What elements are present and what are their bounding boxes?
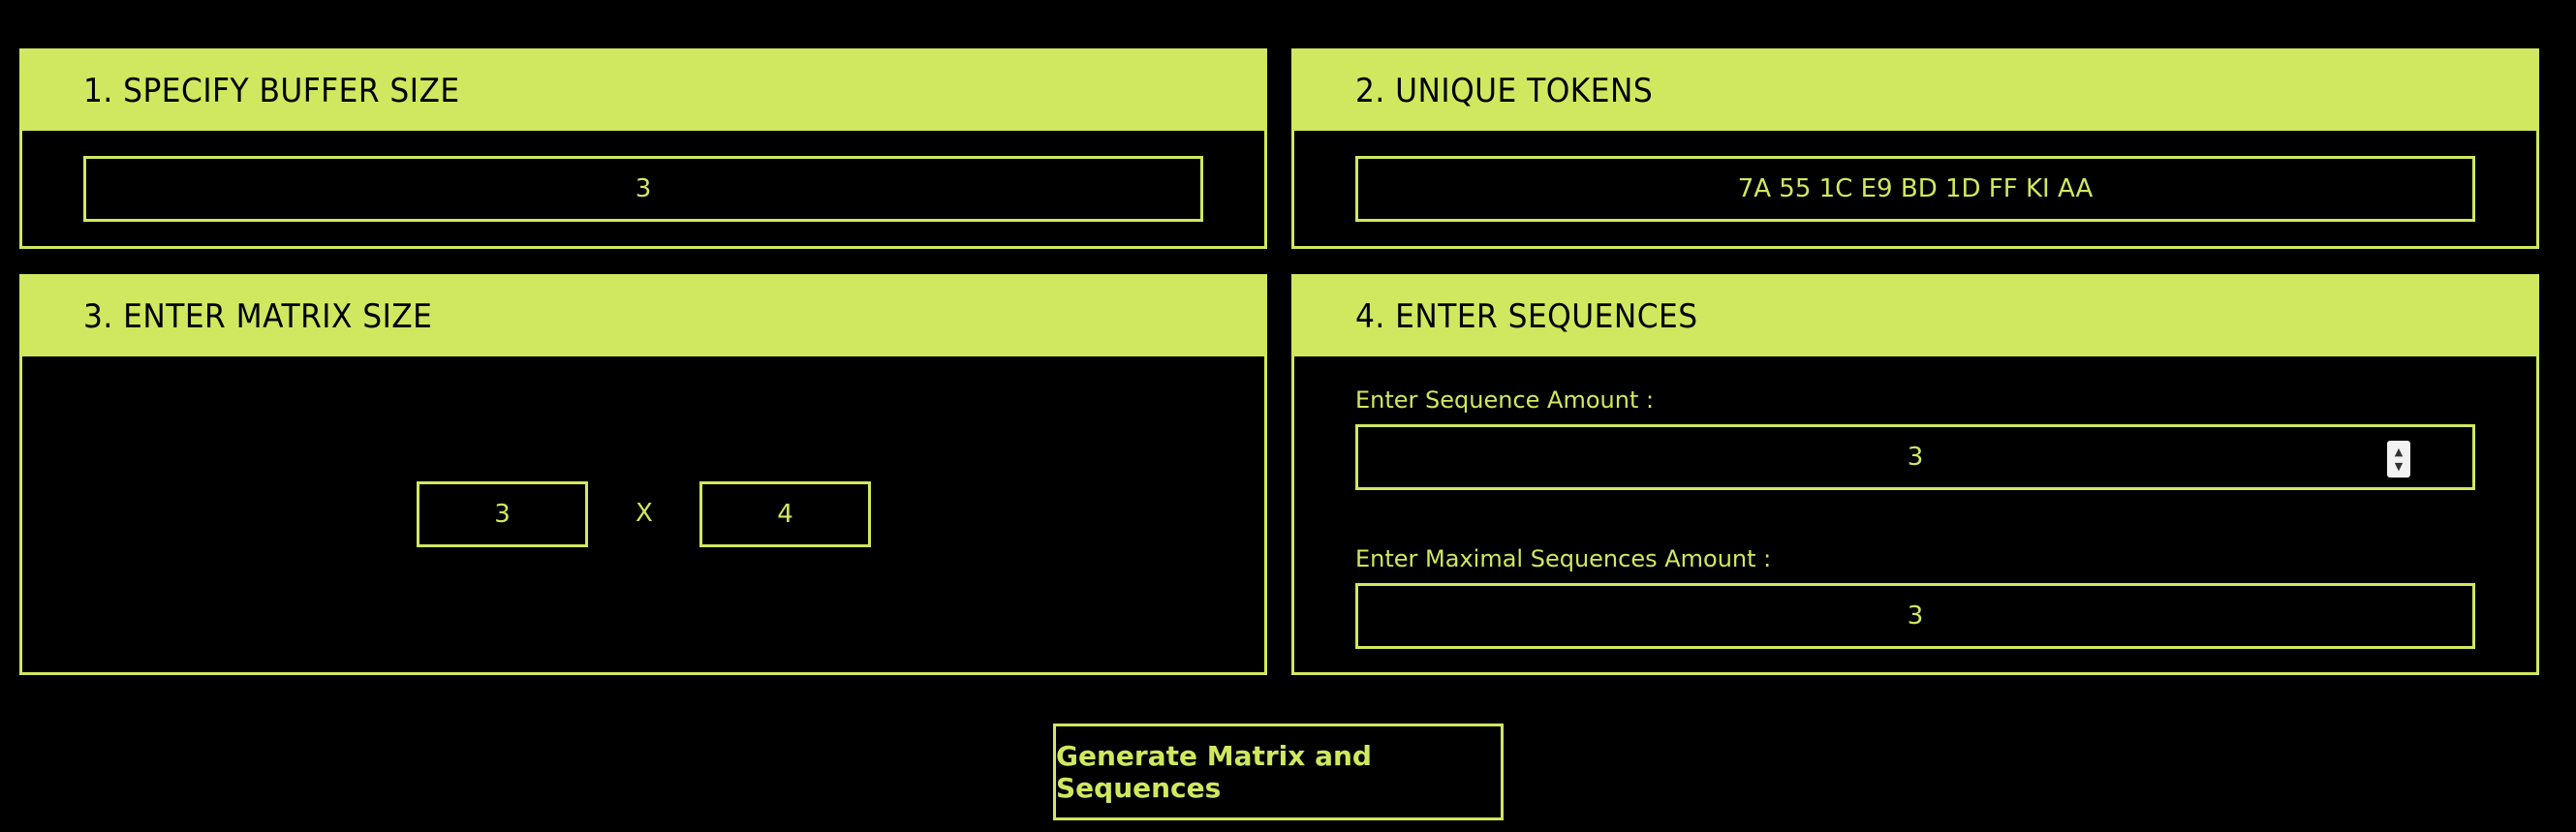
sequences-panel: 4. ENTER SEQUENCES Enter Sequence Amount… — [1291, 274, 2539, 675]
unique-tokens-panel: 2. UNIQUE TOKENS 7A 55 1C E9 BD 1D FF KI… — [1291, 48, 2539, 249]
page: 1. SPECIFY BUFFER SIZE 3 2. UNIQUE TOKEN… — [0, 0, 2576, 832]
buffer-size-input[interactable]: 3 — [83, 156, 1203, 222]
matrix-size-header: 3. ENTER MATRIX SIZE — [22, 277, 1264, 356]
unique-tokens-title: 2. UNIQUE TOKENS — [1355, 72, 1654, 110]
matrix-cols-input[interactable]: 4 — [699, 481, 871, 547]
generate-button[interactable]: Generate Matrix and Sequences — [1053, 724, 1504, 820]
stepper-up-icon[interactable]: ▲ — [2395, 445, 2403, 459]
number-stepper-icon[interactable]: ▲ ▼ — [2387, 441, 2410, 478]
buffer-size-header: 1. SPECIFY BUFFER SIZE — [22, 51, 1264, 131]
sequences-title: 4. ENTER SEQUENCES — [1355, 297, 1698, 336]
sequences-header: 4. ENTER SEQUENCES — [1294, 277, 2536, 356]
sequence-amount-label: Enter Sequence Amount : — [1355, 386, 1655, 414]
matrix-rows-input[interactable]: 3 — [417, 481, 588, 547]
matrix-size-separator: X — [636, 499, 653, 528]
max-sequences-label: Enter Maximal Sequences Amount : — [1355, 545, 1772, 572]
unique-tokens-input[interactable]: 7A 55 1C E9 BD 1D FF KI AA — [1355, 156, 2475, 222]
buffer-size-panel: 1. SPECIFY BUFFER SIZE 3 — [19, 48, 1267, 249]
stepper-down-icon[interactable]: ▼ — [2395, 459, 2403, 474]
matrix-size-title: 3. ENTER MATRIX SIZE — [83, 297, 433, 336]
sequence-amount-value: 3 — [1907, 443, 1924, 472]
matrix-size-panel: 3. ENTER MATRIX SIZE 3 X 4 — [19, 274, 1267, 675]
unique-tokens-header: 2. UNIQUE TOKENS — [1294, 51, 2536, 131]
sequence-amount-input[interactable]: 3 ▲ ▼ — [1355, 424, 2475, 490]
buffer-size-title: 1. SPECIFY BUFFER SIZE — [83, 72, 460, 110]
max-sequences-input[interactable]: 3 — [1355, 583, 2475, 649]
